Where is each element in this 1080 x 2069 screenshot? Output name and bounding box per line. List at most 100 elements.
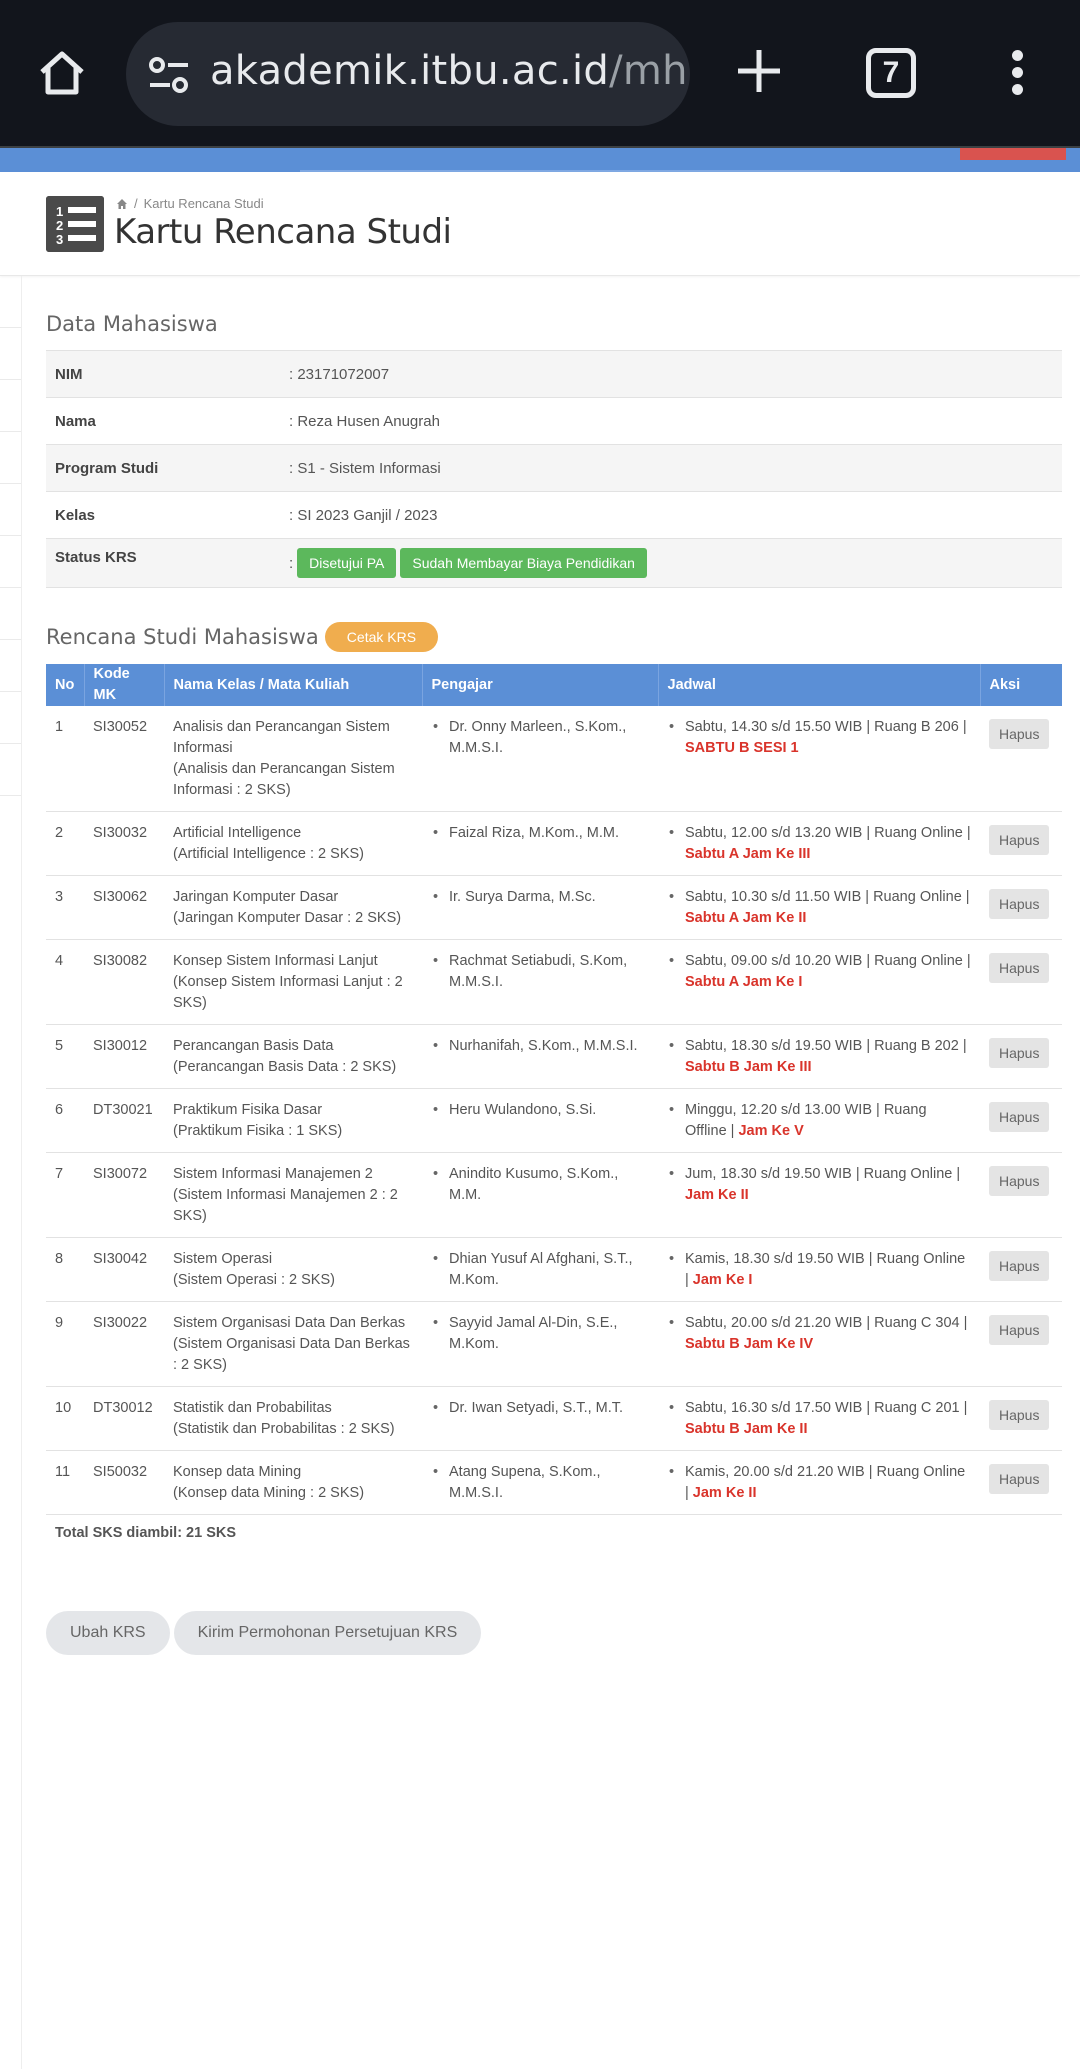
info-label: NIM [55, 365, 83, 383]
table-row: 4 SI30082 Konsep Sistem Informasi Lanjut (K… [46, 939, 1062, 1025]
cell-nama: Praktikum Fisika Dasar (Praktikum Fisika … [164, 1088, 422, 1153]
schedule-session: Jam Ke II [685, 1187, 749, 1203]
cell-no: 8 [46, 1237, 84, 1302]
home-icon[interactable] [36, 46, 88, 98]
list-numbered-icon: 1 2 3 [46, 196, 104, 252]
browser-toolbar: akademik.itbu.ac.id/mhs-ke 7 [0, 0, 1080, 148]
lecturer: Nurhanifah, S.Kom., M.M.S.I. [431, 1036, 649, 1057]
cell-kode: SI30062 [84, 875, 164, 940]
course-detail: (Analisis dan Perancangan Sistem Informa… [173, 761, 395, 798]
hapus-button[interactable]: Hapus [989, 719, 1050, 749]
schedule-text: Sabtu, 12.00 s/d 13.20 WIB | Ruang Onlin… [685, 825, 971, 841]
cell-kode: SI30082 [84, 939, 164, 1025]
info-value: : SI 2023 Ganjil / 2023 [289, 506, 438, 524]
data-mahasiswa-title: Data Mahasiswa [46, 312, 218, 336]
tab-switcher-button[interactable]: 7 [866, 48, 916, 98]
schedule-session: Sabtu A Jam Ke II [685, 910, 807, 926]
schedule-session: Sabtu B Jam Ke IV [685, 1336, 814, 1352]
hapus-button[interactable]: Hapus [989, 1400, 1050, 1430]
schedule-text: Sabtu, 14.30 s/d 15.50 WIB | Ruang B 206… [685, 719, 967, 735]
status-badge: Disetujui PA [297, 548, 397, 578]
svg-text:3: 3 [56, 232, 63, 247]
table-row: 7 SI30072 Sistem Informasi Manajemen 2 (Sis… [46, 1152, 1062, 1238]
info-row: Kelas : SI 2023 Ganjil / 2023 [46, 491, 1062, 539]
sidebar-rail [0, 276, 22, 2069]
navbar-red-tab[interactable] [960, 148, 1066, 160]
lecturer: Atang Supena, S.Kom., M.M.S.I. [431, 1462, 649, 1504]
cetak-krs-button[interactable]: Cetak KRS [324, 622, 439, 652]
cell-kode: SI30012 [84, 1024, 164, 1089]
cell-no: 7 [46, 1152, 84, 1238]
course-name: Analisis dan Perancangan Sistem Informas… [173, 719, 390, 756]
hapus-button[interactable]: Hapus [989, 1166, 1050, 1196]
cell-jadwal: Sabtu, 20.00 s/d 21.20 WIB | Ruang C 304… [658, 1301, 980, 1387]
cell-no: 6 [46, 1088, 84, 1153]
cell-nama: Jaringan Komputer Dasar (Jaringan Kompute… [164, 875, 422, 940]
krs-table: No Kode MK Nama Kelas / Mata Kuliah Pengaja… [46, 664, 1062, 1515]
schedule-text: Jum, 18.30 s/d 19.50 WIB | Ruang Online … [685, 1166, 961, 1182]
app-navbar [0, 148, 1080, 172]
course-detail: (Praktikum Fisika : 1 SKS) [173, 1123, 343, 1139]
page-title: Kartu Rencana Studi [114, 212, 452, 252]
schedule-session: Sabtu B Jam Ke III [685, 1059, 812, 1075]
site-settings-icon[interactable] [148, 56, 190, 94]
hapus-button[interactable]: Hapus [989, 1038, 1050, 1068]
cell-nama: Konsep Sistem Informasi Lanjut (Konsep Si… [164, 939, 422, 1025]
cell-aksi: Hapus [980, 1237, 1062, 1302]
total-sks: Total SKS diambil: 21 SKS [55, 1525, 237, 1541]
hapus-button[interactable]: Hapus [989, 825, 1050, 855]
table-row: 6 DT30021 Praktikum Fisika Dasar (Praktikum… [46, 1088, 1062, 1153]
schedule-text: Sabtu, 09.00 s/d 10.20 WIB | Ruang Onlin… [685, 953, 971, 969]
cell-aksi: Hapus [980, 1450, 1062, 1515]
rencana-studi-header: Rencana Studi Mahasiswa Cetak KRS [46, 622, 439, 652]
lecturer: Heru Wulandono, S.Si. [431, 1100, 649, 1121]
info-row: NIM: 23171072007 [46, 350, 1062, 398]
breadcrumb-home-icon[interactable] [116, 198, 128, 210]
cell-pengajar: Dr. Onny Marleen., S.Kom., M.M.S.I. [422, 706, 658, 812]
column-header: Nama Kelas / Mata Kuliah [164, 664, 423, 706]
course-name: Praktikum Fisika Dasar [173, 1102, 323, 1118]
page-header: 1 2 3 / Kartu Rencana Studi Kartu Rencan… [0, 172, 1080, 276]
new-tab-icon[interactable] [734, 46, 784, 96]
hapus-button[interactable]: Hapus [989, 889, 1050, 919]
schedule-text: Sabtu, 16.30 s/d 17.50 WIB | Ruang C 201… [685, 1400, 968, 1416]
hapus-button[interactable]: Hapus [989, 1102, 1050, 1132]
lecturer: Sayyid Jamal Al-Din, S.E., M.Kom. [431, 1313, 649, 1355]
table-row: 5 SI30012 Perancangan Basis Data (Perancang… [46, 1024, 1062, 1089]
cell-nama: Konsep data Mining (Konsep data Mining : … [164, 1450, 422, 1515]
cell-aksi: Hapus [980, 1152, 1062, 1238]
cell-pengajar: Dhian Yusuf Al Afghani, S.T., M.Kom. [422, 1237, 658, 1302]
table-row: 11 SI50032 Konsep data Mining (Konsep data … [46, 1450, 1062, 1515]
info-value: : Reza Husen Anugrah [289, 412, 440, 430]
hapus-button[interactable]: Hapus [989, 1315, 1050, 1345]
cell-no: 5 [46, 1024, 84, 1089]
lecturer: Dr. Iwan Setyadi, S.T., M.T. [431, 1398, 649, 1419]
course-name: Perancangan Basis Data [173, 1038, 334, 1054]
kirim-persetujuan-button[interactable]: Kirim Permohonan Persetujuan KRS [173, 1611, 482, 1655]
cell-kode: SI30022 [84, 1301, 164, 1387]
schedule: Sabtu, 18.30 s/d 19.50 WIB | Ruang B 202… [667, 1036, 971, 1078]
table-row: 9 SI30022 Sistem Organisasi Data Dan Berka… [46, 1301, 1062, 1387]
hapus-button[interactable]: Hapus [989, 953, 1050, 983]
cell-pengajar: Heru Wulandono, S.Si. [422, 1088, 658, 1153]
cell-pengajar: Anindito Kusumo, S.Kom., M.M. [422, 1152, 658, 1238]
hapus-button[interactable]: Hapus [989, 1251, 1050, 1281]
cell-nama: Sistem Informasi Manajemen 2 (Sistem Info… [164, 1152, 422, 1238]
cell-nama: Analisis dan Perancangan Sistem Informas… [164, 706, 422, 812]
cell-jadwal: Minggu, 12.20 s/d 13.00 WIB | Ruang Offl… [658, 1088, 980, 1153]
schedule: Jum, 18.30 s/d 19.50 WIB | Ruang Online … [667, 1164, 971, 1206]
more-menu-icon[interactable] [1006, 50, 1028, 96]
table-row: 8 SI30042 Sistem Operasi (Sistem Operasi : … [46, 1237, 1062, 1302]
hapus-button[interactable]: Hapus [989, 1464, 1050, 1494]
cell-kode: DT30012 [84, 1386, 164, 1451]
url-text[interactable]: akademik.itbu.ac.id/mhs-ke [210, 48, 690, 94]
course-name: Sistem Organisasi Data Dan Berkas [173, 1315, 406, 1331]
cell-aksi: Hapus [980, 1024, 1062, 1089]
schedule-session: Sabtu A Jam Ke III [685, 846, 811, 862]
info-label: Kelas [55, 506, 96, 524]
lecturer: Rachmat Setiabudi, S.Kom, M.M.S.I. [431, 951, 649, 993]
address-bar[interactable]: akademik.itbu.ac.id/mhs-ke [126, 22, 690, 126]
ubah-krs-button[interactable]: Ubah KRS [46, 1611, 170, 1655]
schedule: Sabtu, 12.00 s/d 13.20 WIB | Ruang Onlin… [667, 823, 971, 865]
cell-nama: Statistik dan Probabilitas (Statistik dan… [164, 1386, 422, 1451]
